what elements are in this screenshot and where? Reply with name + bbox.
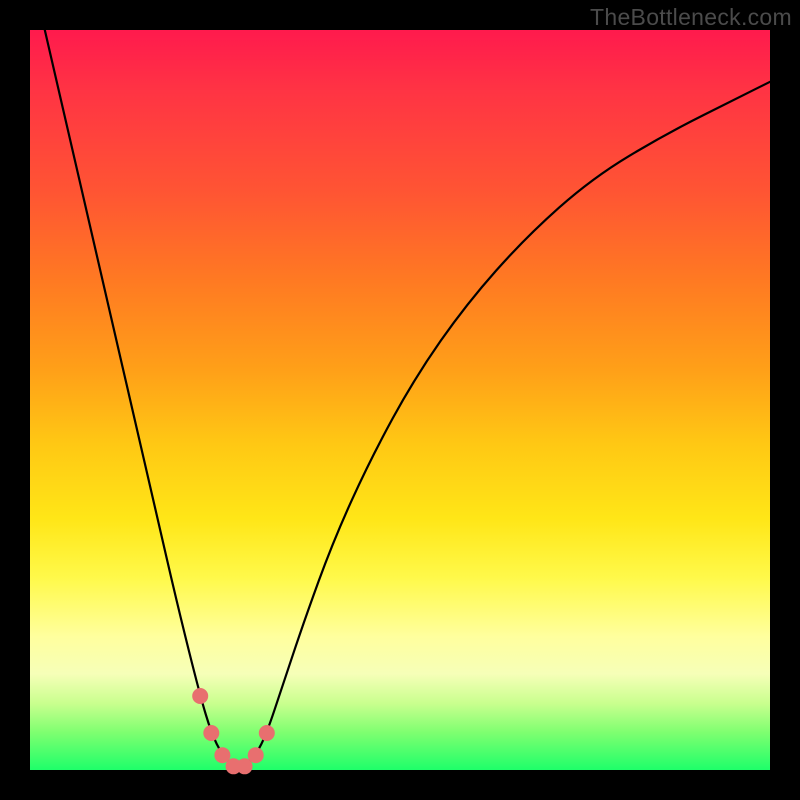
highlight-points bbox=[192, 688, 275, 774]
plot-area bbox=[30, 30, 770, 770]
bottleneck-curve bbox=[45, 30, 770, 766]
highlight-point bbox=[203, 725, 219, 741]
highlight-point bbox=[248, 747, 264, 763]
highlight-point bbox=[192, 688, 208, 704]
highlight-point bbox=[259, 725, 275, 741]
curve-layer bbox=[30, 30, 770, 770]
chart-frame: TheBottleneck.com bbox=[0, 0, 800, 800]
watermark-text: TheBottleneck.com bbox=[590, 4, 792, 31]
